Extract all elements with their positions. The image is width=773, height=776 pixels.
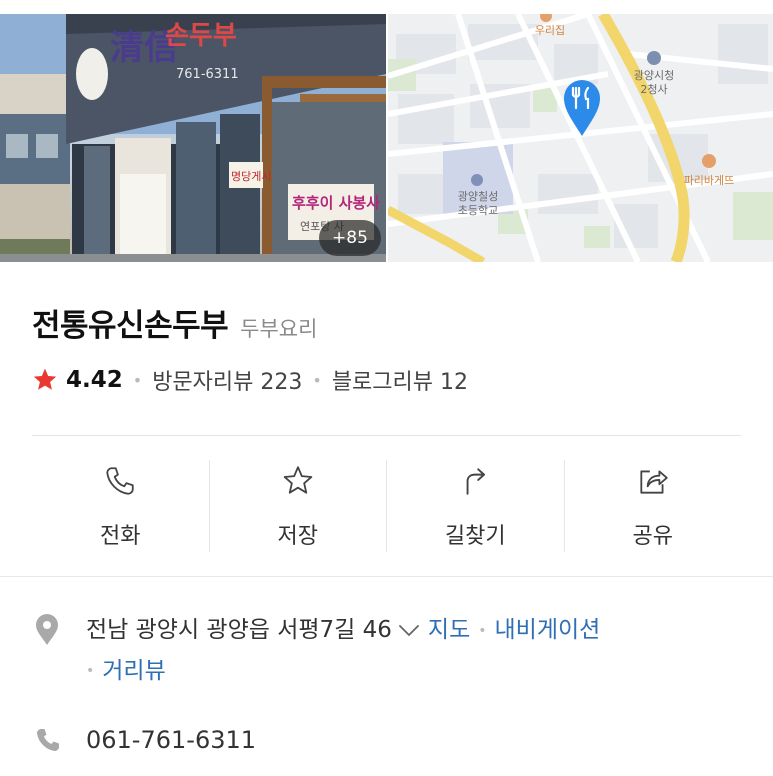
action-bar: 전화 저장 길찾기 공유 [32,460,741,552]
separator-dot: • [312,370,322,390]
phone-icon [37,729,59,751]
save-button[interactable]: 저장 [208,460,387,552]
call-button[interactable]: 전화 [32,460,209,552]
phone-icon [106,467,134,495]
map-label-city-hall: 광양시청 2청사 [633,69,675,96]
share-button[interactable]: 공유 [563,460,742,552]
separator-dot: • [478,622,487,639]
restaurant-map-pin-icon[interactable] [562,78,602,138]
rating-row: 4.42 • 방문자리뷰 223 • 블로그리뷰 12 [32,364,468,396]
separator-dot: • [86,663,95,679]
address-block: 전남 광양시 광양읍 서평7길 46 지도 • 내비게이션 • 거리뷰 [86,610,766,691]
hero-section: 清信 손두부 761-6311 명당게시 후후이 사봉사 연포탕 사 +85 [0,14,773,262]
share-label: 공유 [632,524,673,549]
map-label-school: 광양칠성 초등학교 [457,190,499,217]
map-tiles [388,14,773,262]
rating-value: 4.42 [66,367,123,393]
divider [32,435,741,436]
map-label-bakery: 파리바게뜨 [683,174,735,187]
location-pin-icon [36,614,58,645]
store-photo[interactable]: 清信 손두부 761-6311 명당게시 후후이 사봉사 연포탕 사 +85 [0,14,386,262]
share-icon [640,470,668,494]
blog-review-link[interactable]: 블로그리뷰 12 [332,364,468,396]
call-label: 전화 [100,524,141,549]
map-label-woorijip: 우리집 [534,24,566,37]
svg-text:761-6311: 761-6311 [176,67,239,82]
directions-icon [466,468,486,495]
save-label: 저장 [277,524,318,549]
location-map[interactable]: 우리집 광양시청 2청사 광양칠성 초등학교 파리바게뜨 [388,14,773,262]
svg-text:손두부: 손두부 [165,21,237,51]
place-category: 두부요리 [240,317,318,341]
address-text: 전남 광양시 광양읍 서평7길 46 [86,617,392,643]
place-name: 전통유신손두부 [32,308,229,344]
photo-count-badge[interactable]: +85 [319,220,381,256]
navigation-link[interactable]: 내비게이션 [495,617,601,643]
svg-text:명당게시: 명당게시 [231,170,271,183]
street-view-link[interactable]: 거리뷰 [102,658,165,684]
map-link[interactable]: 지도 [428,617,470,643]
directions-button[interactable]: 길찾기 [386,460,564,552]
star-icon [283,466,313,494]
rating-star-icon [33,368,57,390]
visitor-review-link[interactable]: 방문자리뷰 223 [152,364,302,396]
top-strip [0,0,773,14]
title-row: 전통유신손두부 두부요리 [32,300,317,345]
svg-text:후후이 사봉사: 후후이 사봉사 [292,194,380,212]
separator-dot: • [132,370,143,390]
chevron-down-icon[interactable] [398,624,420,638]
section-divider [0,576,773,577]
directions-label: 길찾기 [444,524,506,549]
phone-number[interactable]: 061-761-6311 [86,722,256,758]
